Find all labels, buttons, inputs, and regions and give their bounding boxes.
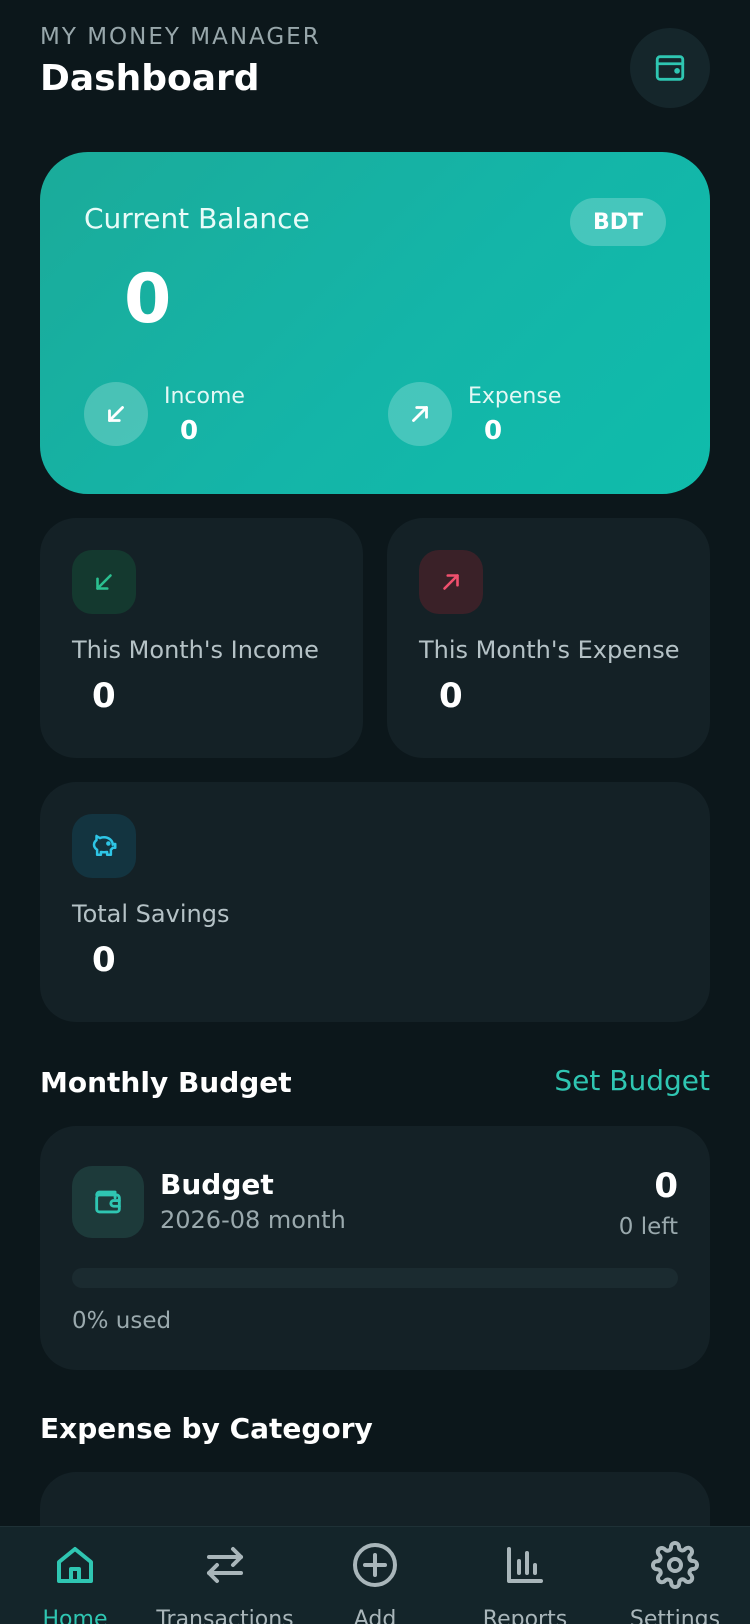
month-expense-value: 0 xyxy=(439,676,463,716)
nav-item-transactions[interactable]: Transactions xyxy=(150,1527,300,1624)
nav-label-home: Home xyxy=(42,1607,108,1624)
nav-item-reports[interactable]: Reports xyxy=(450,1527,600,1624)
income-arrow-icon xyxy=(72,550,136,614)
app-name: MY MONEY MANAGER xyxy=(40,24,321,50)
balance-value: 0 xyxy=(124,260,172,339)
currency-badge[interactable]: BDT xyxy=(570,198,666,246)
header: MY MONEY MANAGER Dashboard xyxy=(40,24,710,108)
budget-progress-bar xyxy=(72,1268,678,1288)
expense-value: 0 xyxy=(484,416,503,446)
nav-label-reports: Reports xyxy=(482,1607,568,1624)
month-income-label: This Month's Income xyxy=(72,636,319,664)
balance-card: Current Balance BDT 0 Income 0 Expense 0 xyxy=(40,152,710,494)
nav-item-settings[interactable]: Settings xyxy=(600,1527,750,1624)
income-value: 0 xyxy=(180,416,199,446)
transfer-arrows-icon xyxy=(207,1547,243,1583)
balance-label: Current Balance xyxy=(84,202,310,235)
gear-icon xyxy=(651,1541,699,1589)
budget-card[interactable]: Budget 2026-08 month 0 0 left 0% used xyxy=(40,1126,710,1370)
wallet-icon xyxy=(72,1166,144,1238)
expense-arrow-icon xyxy=(419,550,483,614)
nav-item-home[interactable]: Home xyxy=(0,1527,150,1624)
nav-label-settings: Settings xyxy=(629,1607,721,1624)
wallet-icon xyxy=(655,55,685,81)
month-expense-label: This Month's Expense xyxy=(419,636,680,664)
page-title: Dashboard xyxy=(40,58,260,99)
income-arrow-icon xyxy=(84,382,148,446)
set-budget-link[interactable]: Set Budget xyxy=(554,1064,710,1097)
expense-arrow-icon xyxy=(388,382,452,446)
expense-label: Expense xyxy=(468,384,562,409)
nav-label-add: Add xyxy=(353,1607,397,1624)
total-savings-card[interactable]: Total Savings 0 xyxy=(40,782,710,1022)
expense-category-title: Expense by Category xyxy=(40,1412,373,1445)
nav-label-transactions: Transactions xyxy=(156,1607,294,1624)
savings-label: Total Savings xyxy=(72,900,230,928)
home-icon xyxy=(57,1547,93,1583)
budget-used-text: 0% used xyxy=(72,1308,172,1334)
budget-remaining: 0 left xyxy=(618,1214,678,1240)
plus-circle-icon xyxy=(353,1543,397,1587)
bottom-nav: Home Transactions Add Reports Settings xyxy=(0,1526,750,1624)
budget-title: Budget xyxy=(160,1168,274,1201)
month-income-value: 0 xyxy=(92,676,116,716)
savings-value: 0 xyxy=(92,940,116,980)
bar-chart-icon xyxy=(507,1547,543,1583)
income-label: Income xyxy=(164,384,245,409)
budget-amount: 0 xyxy=(654,1166,678,1206)
monthly-budget-title: Monthly Budget xyxy=(40,1066,292,1099)
month-expense-card[interactable]: This Month's Expense 0 xyxy=(387,518,710,758)
month-income-card[interactable]: This Month's Income 0 xyxy=(40,518,363,758)
piggy-bank-icon xyxy=(72,814,136,878)
budget-period: 2026-08 month xyxy=(160,1206,346,1234)
nav-item-add[interactable]: Add xyxy=(300,1527,450,1624)
wallet-button[interactable] xyxy=(630,28,710,108)
